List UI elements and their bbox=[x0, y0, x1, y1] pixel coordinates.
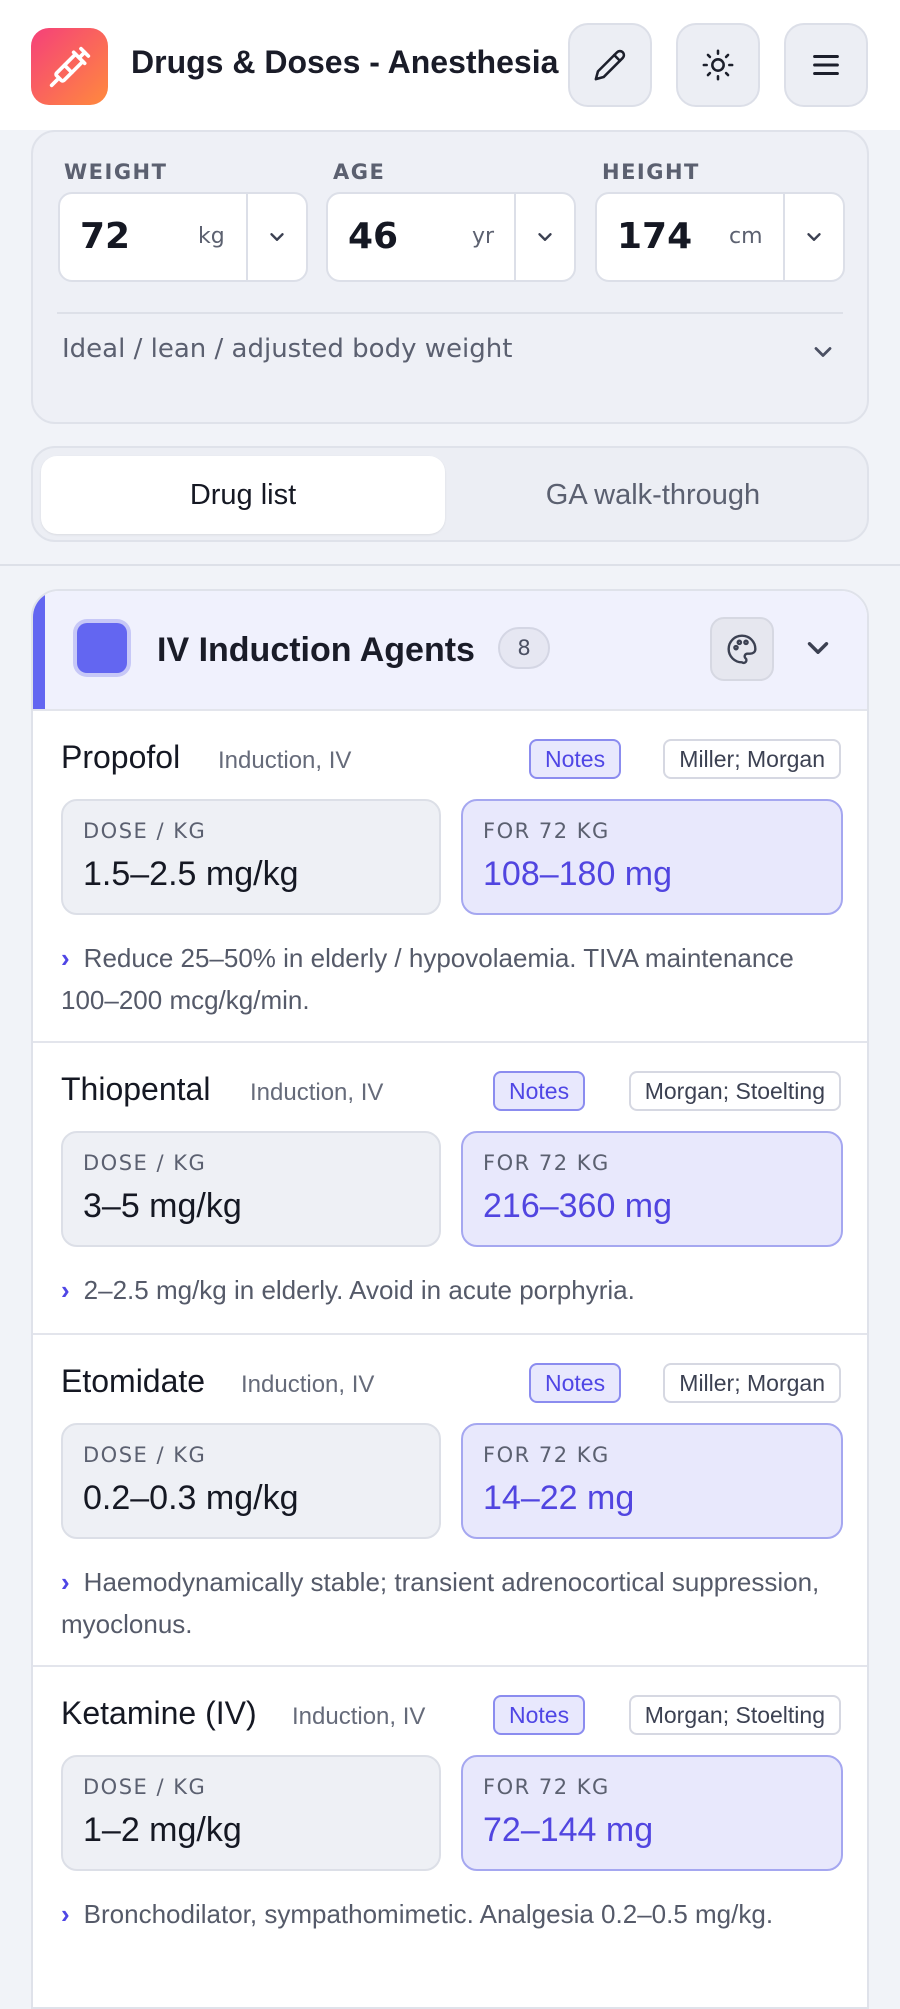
weight-unit-dropdown[interactable] bbox=[246, 194, 306, 280]
calculated-dose-value: 14–22 mg bbox=[483, 1479, 635, 1517]
calculated-dose-box: FOR 72 KG 216–360 mg bbox=[461, 1131, 843, 1247]
calculated-dose-box: FOR 72 KG 14–22 mg bbox=[461, 1423, 843, 1539]
tab-drug-list[interactable]: Drug list bbox=[41, 456, 445, 534]
notes-button[interactable]: Notes bbox=[493, 1695, 586, 1735]
calculated-dose-value: 72–144 mg bbox=[483, 1811, 654, 1849]
drug-name: Etomidate bbox=[61, 1363, 206, 1399]
divider bbox=[0, 564, 900, 566]
edit-button[interactable] bbox=[568, 23, 652, 107]
patient-measurements-card: WEIGHT AGE HEIGHT 72 kg 46 yr 174 cm Ide… bbox=[31, 130, 869, 424]
age-unit: yr bbox=[472, 224, 495, 249]
dose-label: DOSE / KG bbox=[83, 1775, 207, 1799]
calculated-dose-value: 216–360 mg bbox=[483, 1187, 673, 1225]
notes-button[interactable]: Notes bbox=[529, 1363, 622, 1403]
calculated-dose-label: FOR 72 KG bbox=[483, 1443, 610, 1467]
weight-label: WEIGHT bbox=[64, 160, 168, 184]
dose-value: 1–2 mg/kg bbox=[83, 1811, 242, 1849]
app-title: Drugs & Doses - Anesthesia bbox=[131, 44, 559, 80]
chevron-down-icon bbox=[807, 233, 821, 241]
dose-value: 0.2–0.3 mg/kg bbox=[83, 1479, 299, 1517]
calculated-dose-box: FOR 72 KG 108–180 mg bbox=[461, 799, 843, 915]
drug-route: Induction, IV bbox=[241, 1371, 375, 1398]
drug-name: Thiopental bbox=[61, 1071, 211, 1107]
drug-note: › Reduce 25–50% in elderly / hypovolaemia… bbox=[61, 943, 794, 1015]
syringe-icon bbox=[31, 28, 108, 105]
calculated-dose-label: FOR 72 KG bbox=[483, 1775, 610, 1799]
reference-badge: Morgan; Stoelting bbox=[628, 1071, 841, 1111]
calculated-dose-label: FOR 72 KG bbox=[483, 1151, 610, 1175]
drug-card: Ketamine (IV) Induction, IV Notes Morgan… bbox=[33, 1665, 867, 2007]
dose-label: DOSE / KG bbox=[83, 1151, 207, 1175]
chevron-down-icon[interactable] bbox=[809, 338, 837, 370]
view-tabs: Drug list GA walk-through bbox=[31, 446, 869, 542]
height-label: HEIGHT bbox=[602, 160, 700, 184]
age-value[interactable]: 46 bbox=[348, 216, 398, 257]
reference-badge: Morgan; Stoelting bbox=[628, 1695, 841, 1735]
drug-route: Induction, IV bbox=[218, 747, 352, 774]
reference-badge: Miller; Morgan bbox=[663, 1363, 841, 1403]
dose-value: 1.5–2.5 mg/kg bbox=[83, 855, 299, 893]
chevron-down-icon bbox=[270, 233, 284, 241]
drug-name: Ketamine (IV) bbox=[61, 1695, 257, 1731]
drug-route: Induction, IV bbox=[292, 1703, 426, 1730]
notes-button[interactable]: Notes bbox=[529, 739, 622, 779]
drug-note: › Haemodynamically stable; transient adre… bbox=[61, 1567, 820, 1639]
palette-icon bbox=[727, 634, 757, 665]
chevron-right-icon: › bbox=[61, 943, 70, 973]
calculated-dose-value: 108–180 mg bbox=[483, 855, 673, 893]
drug-card: Thiopental Induction, IV Notes Morgan; S… bbox=[33, 1041, 867, 1331]
age-field[interactable]: 46 yr bbox=[326, 192, 576, 282]
section-title: IV Induction Agents bbox=[157, 631, 475, 669]
section-header[interactable]: IV Induction Agents 8 bbox=[33, 591, 867, 709]
drug-route: Induction, IV bbox=[250, 1079, 384, 1106]
reference-badge: Miller; Morgan bbox=[663, 739, 841, 779]
drug-note: › 2–2.5 mg/kg in elderly. Avoid in acute … bbox=[61, 1275, 635, 1305]
age-label: AGE bbox=[333, 160, 386, 184]
notes-button[interactable]: Notes bbox=[493, 1071, 586, 1111]
section-color-swatch bbox=[77, 623, 127, 673]
theme-toggle-button[interactable] bbox=[676, 23, 760, 107]
dose-value: 3–5 mg/kg bbox=[83, 1187, 242, 1225]
height-field[interactable]: 174 cm bbox=[595, 192, 845, 282]
age-unit-dropdown[interactable] bbox=[514, 194, 574, 280]
chevron-right-icon: › bbox=[61, 1275, 70, 1305]
section-count-badge: 8 bbox=[498, 627, 550, 669]
weight-field[interactable]: 72 kg bbox=[58, 192, 308, 282]
height-unit: cm bbox=[729, 224, 763, 249]
sun-icon bbox=[702, 49, 734, 81]
drug-card: Etomidate Induction, IV Notes Miller; Mo… bbox=[33, 1333, 867, 1663]
menu-button[interactable] bbox=[784, 23, 868, 107]
height-unit-dropdown[interactable] bbox=[783, 194, 843, 280]
chevron-down-icon[interactable] bbox=[801, 631, 835, 669]
dose-label: DOSE / KG bbox=[83, 1443, 207, 1467]
edit-icon bbox=[594, 49, 626, 81]
chevron-right-icon: › bbox=[61, 1899, 70, 1929]
drug-section: IV Induction Agents 8 Propofol Induction… bbox=[31, 589, 869, 2009]
chevron-right-icon: › bbox=[61, 1567, 70, 1597]
calculated-dose-box: FOR 72 KG 72–144 mg bbox=[461, 1755, 843, 1871]
drug-card: Propofol Induction, IV Notes Miller; Mor… bbox=[33, 709, 867, 1039]
weight-value[interactable]: 72 bbox=[80, 216, 130, 257]
drug-note: › Bronchodilator, sympathomimetic. Analge… bbox=[61, 1899, 774, 1929]
weight-unit: kg bbox=[198, 224, 225, 249]
app-header: Drugs & Doses - Anesthesia bbox=[0, 0, 900, 130]
dose-label: DOSE / KG bbox=[83, 819, 207, 843]
palette-button[interactable] bbox=[710, 617, 774, 681]
dose-per-kg-box: DOSE / KG 1.5–2.5 mg/kg bbox=[61, 799, 441, 915]
section-accent-bar bbox=[33, 591, 45, 709]
calculated-dose-label: FOR 72 KG bbox=[483, 819, 610, 843]
divider bbox=[57, 312, 843, 314]
tab-ga-walkthrough[interactable]: GA walk-through bbox=[447, 456, 859, 534]
drug-name: Propofol bbox=[61, 739, 181, 775]
chevron-down-icon bbox=[538, 233, 552, 241]
height-value[interactable]: 174 bbox=[617, 216, 692, 257]
dose-per-kg-box: DOSE / KG 1–2 mg/kg bbox=[61, 1755, 441, 1871]
body-weight-toggle[interactable]: Ideal / lean / adjusted body weight bbox=[62, 334, 512, 364]
dose-per-kg-box: DOSE / KG 0.2–0.3 mg/kg bbox=[61, 1423, 441, 1539]
dose-per-kg-box: DOSE / KG 3–5 mg/kg bbox=[61, 1131, 441, 1247]
menu-icon bbox=[813, 54, 839, 76]
